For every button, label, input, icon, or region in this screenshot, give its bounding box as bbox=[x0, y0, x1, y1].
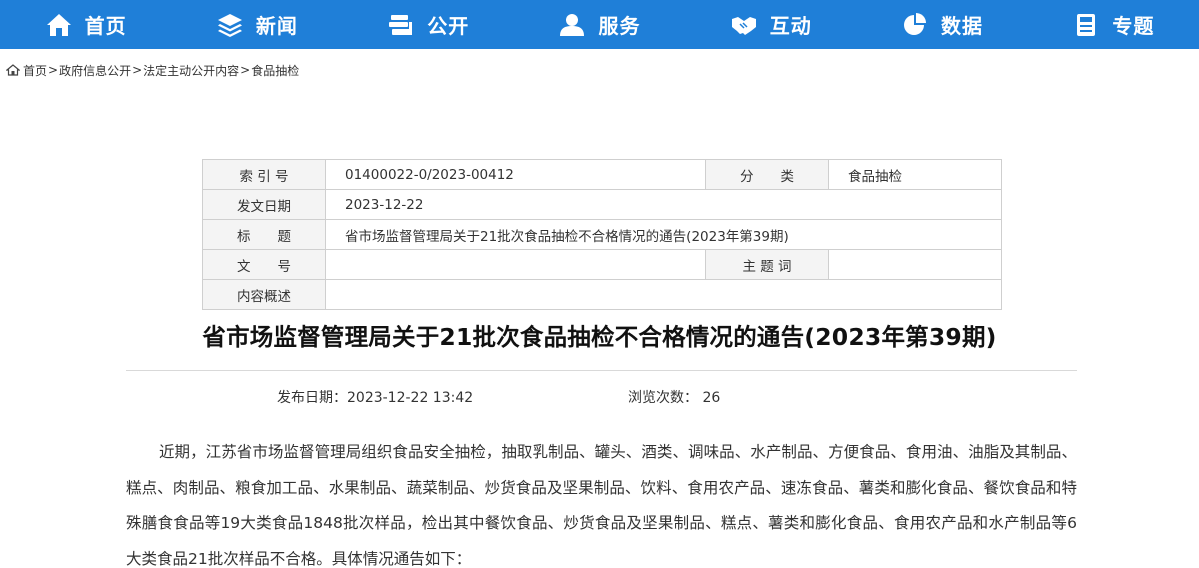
nav-label: 首页 bbox=[84, 14, 127, 38]
keywords-value bbox=[828, 249, 1002, 280]
summary-value bbox=[325, 279, 1002, 310]
nav-label: 专题 bbox=[1112, 14, 1155, 38]
index-label: 索 引 号 bbox=[202, 159, 326, 190]
publish-date: 发布日期：2023-12-22 13:42 bbox=[277, 390, 474, 406]
nav-item-news[interactable]: 新闻 bbox=[171, 0, 342, 49]
layers-icon bbox=[216, 11, 244, 39]
date-value: 2023-12-22 bbox=[325, 189, 1002, 220]
category-value: 食品抽检 bbox=[828, 159, 1002, 190]
article-title: 省市场监督管理局关于21批次食品抽检不合格情况的通告(2023年第39期) bbox=[202, 323, 997, 351]
nav-item-data[interactable]: 数据 bbox=[856, 0, 1027, 49]
title-divider bbox=[126, 370, 1077, 371]
nav-label: 数据 bbox=[941, 14, 984, 38]
category-label: 分 类 bbox=[705, 159, 829, 190]
docno-value bbox=[325, 249, 706, 280]
document-info-table: 索 引 号 01400022-0/2023-00412 分 类 食品抽检 发文日… bbox=[202, 159, 1002, 310]
nav-label: 服务 bbox=[598, 14, 641, 38]
breadcrumb-separator: > bbox=[48, 63, 59, 77]
view-count: 浏览次数： 26 bbox=[628, 390, 721, 406]
breadcrumb-statutory[interactable]: 法定主动公开内容 bbox=[143, 62, 239, 79]
nav-item-home[interactable]: 首页 bbox=[0, 0, 171, 49]
breadcrumb-separator: > bbox=[132, 63, 143, 77]
table-row: 索 引 号 01400022-0/2023-00412 分 类 食品抽检 bbox=[202, 159, 1002, 190]
nav-label: 互动 bbox=[769, 14, 812, 38]
breadcrumb-home[interactable]: 首页 bbox=[23, 62, 47, 79]
date-label: 发文日期 bbox=[202, 189, 326, 220]
breadcrumb: 首页 > 政府信息公开 > 法定主动公开内容 > 食品抽检 bbox=[6, 61, 299, 79]
table-row: 文 号 主 题 词 bbox=[202, 249, 1002, 280]
nav-label: 公开 bbox=[427, 14, 470, 38]
table-row: 内容概述 bbox=[202, 279, 1002, 310]
nav-item-interact[interactable]: 互动 bbox=[685, 0, 856, 49]
home-icon bbox=[45, 11, 73, 39]
table-row: 标 题 省市场监督管理局关于21批次食品抽检不合格情况的通告(2023年第39期… bbox=[202, 219, 1002, 250]
nav-item-open[interactable]: 公开 bbox=[343, 0, 514, 49]
home-icon bbox=[6, 64, 20, 76]
table-row: 发文日期 2023-12-22 bbox=[202, 189, 1002, 220]
breadcrumb-separator: > bbox=[240, 63, 251, 77]
keywords-label: 主 题 词 bbox=[705, 249, 829, 280]
nav-item-service[interactable]: 服务 bbox=[514, 0, 685, 49]
article-body: 近期，江苏省市场监督管理局组织食品安全抽检，抽取乳制品、罐头、酒类、调味品、水产… bbox=[126, 443, 1077, 568]
calculator-icon bbox=[1072, 11, 1100, 39]
pie-chart-icon bbox=[901, 11, 929, 39]
nav-label: 新闻 bbox=[255, 14, 298, 38]
user-icon bbox=[558, 11, 586, 39]
nav-item-topics[interactable]: 专题 bbox=[1028, 0, 1199, 49]
handshake-icon bbox=[730, 11, 758, 39]
docno-label: 文 号 bbox=[202, 249, 326, 280]
summary-label: 内容概述 bbox=[202, 279, 326, 310]
title-label: 标 题 bbox=[202, 219, 326, 250]
books-icon bbox=[387, 11, 415, 39]
title-value: 省市场监督管理局关于21批次食品抽检不合格情况的通告(2023年第39期) bbox=[325, 219, 1002, 250]
top-nav: 首页 新闻 公开 服务 互动 数据 专题 bbox=[0, 0, 1199, 49]
index-value: 01400022-0/2023-00412 bbox=[325, 159, 706, 190]
breadcrumb-gov-info[interactable]: 政府信息公开 bbox=[59, 62, 131, 79]
breadcrumb-food-inspection[interactable]: 食品抽检 bbox=[251, 62, 299, 79]
